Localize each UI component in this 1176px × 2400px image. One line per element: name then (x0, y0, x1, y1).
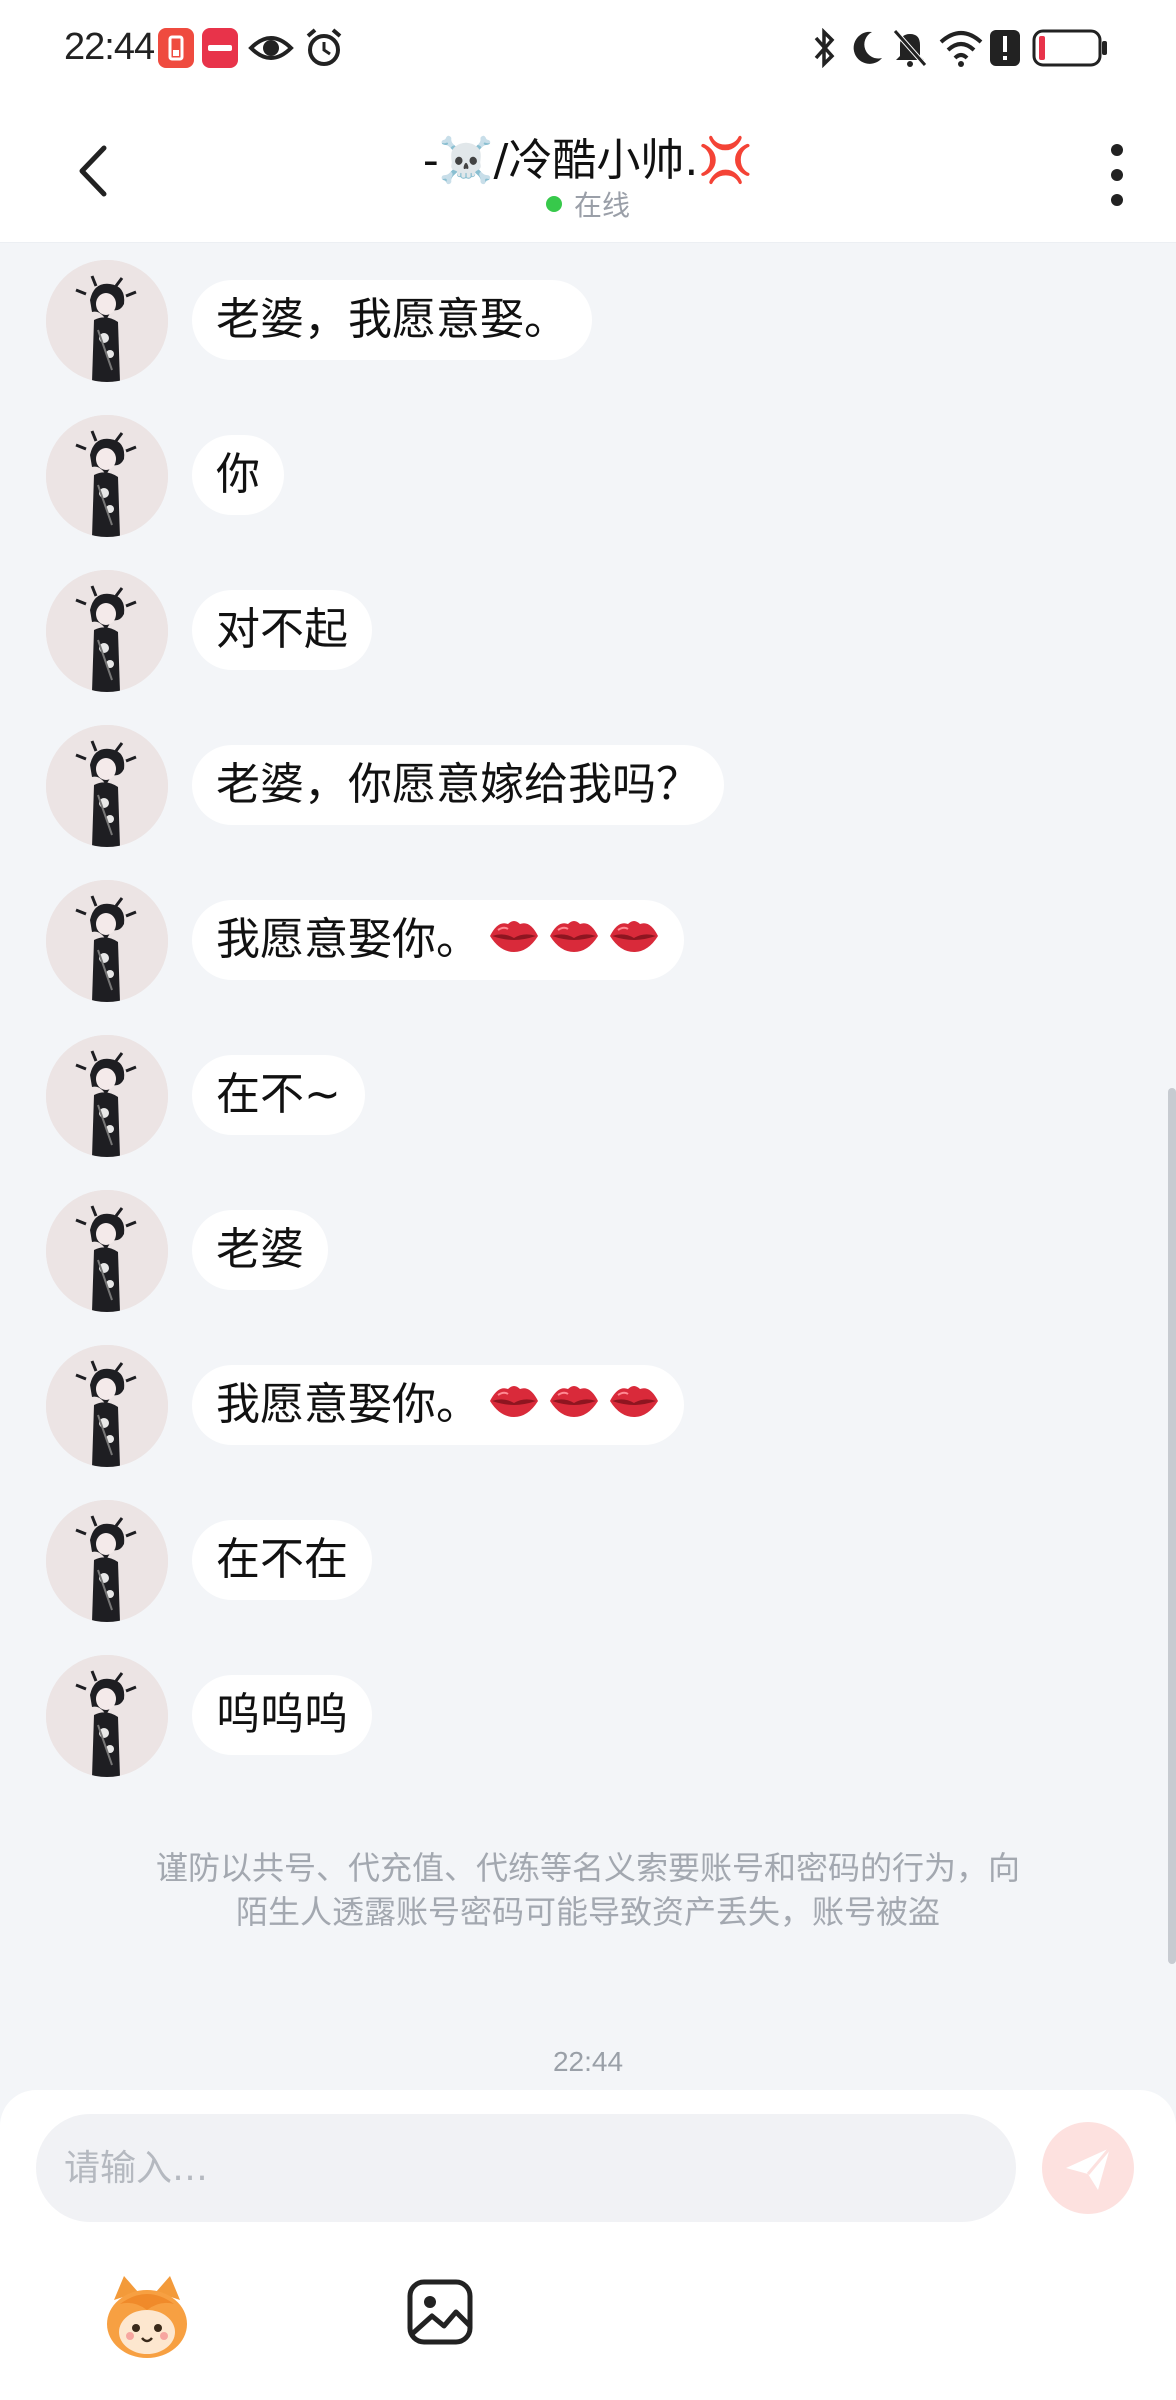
avatar[interactable] (46, 725, 168, 847)
message-text: 呜呜呜 (216, 1689, 348, 1740)
avatar[interactable] (46, 1500, 168, 1622)
message-row: 老婆，你愿意嫁给我吗？ (0, 725, 1176, 849)
more-options-icon[interactable] (1102, 140, 1132, 210)
avatar[interactable] (46, 415, 168, 537)
message-text: 在不在 (216, 1534, 348, 1585)
alert-icon (990, 30, 1020, 66)
avatar[interactable] (46, 570, 168, 692)
scrollbar[interactable] (1168, 1088, 1176, 1964)
eye-icon (248, 36, 294, 60)
message-text: 我愿意娶你。 (216, 914, 480, 965)
message-text: 你 (216, 449, 260, 500)
kiss-lips-emoji-icon (548, 1367, 600, 1447)
contact-name: -☠️/冷酷小帅.💢 (422, 135, 754, 186)
avatar[interactable] (46, 1345, 168, 1467)
kiss-lips-emoji-icon (608, 1367, 660, 1447)
kiss-lips-emoji-icon (608, 902, 660, 982)
message-timestamp: 22:44 (552, 2046, 624, 2077)
mute-icon (893, 29, 927, 67)
bluetooth-icon (814, 28, 835, 68)
message-row: 在不~ (0, 1035, 1176, 1159)
battery-icon (1032, 29, 1107, 67)
message-row: 老婆，我愿意娶。 (0, 260, 1176, 384)
message-text: 我愿意娶你。 (216, 1379, 480, 1430)
message-input[interactable] (36, 2114, 1016, 2222)
message-row: 我愿意娶你。 (0, 880, 1176, 1004)
message-text: 老婆 (216, 1224, 304, 1275)
avatar[interactable] (46, 260, 168, 382)
avatar[interactable] (46, 1035, 168, 1157)
kiss-lips-emoji-icon (488, 1367, 540, 1447)
alarm-icon (306, 28, 342, 66)
message-bubble[interactable]: 我愿意娶你。 (192, 1365, 684, 1445)
message-row: 老婆 (0, 1190, 1176, 1314)
message-row: 我愿意娶你。 (0, 1345, 1176, 1469)
message-bubble[interactable]: 对不起 (192, 590, 372, 670)
message-row: 对不起 (0, 570, 1176, 694)
message-text: 在不~ (216, 1069, 341, 1120)
status-time: 22:44 (64, 26, 155, 68)
security-notice-line2: 陌生人透露账号密码可能导致资产丢失，账号被盗 (235, 1893, 940, 1931)
message-bubble[interactable]: 在不~ (192, 1055, 365, 1135)
message-bubble[interactable]: 老婆，我愿意娶。 (192, 280, 592, 360)
message-row: 呜呜呜 (0, 1655, 1176, 1779)
online-status: 在线 (0, 184, 1176, 224)
composer-bar (0, 2090, 1176, 2400)
message-text: 老婆，你愿意嫁给我吗？ (216, 759, 700, 810)
message-row: 在不在 (0, 1500, 1176, 1624)
message-bubble[interactable]: 老婆，你愿意嫁给我吗？ (192, 745, 724, 825)
message-bubble[interactable]: 我愿意娶你。 (192, 900, 684, 980)
emoji-sticker-icon[interactable] (100, 2270, 194, 2364)
send-icon (1066, 2147, 1112, 2190)
avatar[interactable] (46, 1655, 168, 1777)
moon-icon (853, 31, 882, 64)
security-notice-line1: 谨防以共号、代充值、代练等名义索要账号和密码的行为，向 (155, 1849, 1020, 1887)
image-icon[interactable] (404, 2276, 476, 2348)
chat-header: -☠️/冷酷小帅.💢 在线 (0, 100, 1176, 243)
message-bubble[interactable]: 老婆 (192, 1210, 328, 1290)
security-notice: 谨防以共号、代充值、代练等名义索要账号和密码的行为，向 陌生人透露账号密码可能导… (80, 1846, 1096, 1934)
online-dot (545, 196, 562, 212)
message-bubble[interactable]: 在不在 (192, 1520, 372, 1600)
message-bubble[interactable]: 你 (192, 435, 284, 515)
avatar[interactable] (46, 880, 168, 1002)
xiaohongshu-icon (202, 28, 238, 68)
battery-saver-icon (158, 28, 194, 68)
avatar[interactable] (46, 1190, 168, 1312)
message-text: 对不起 (216, 604, 348, 655)
kiss-lips-emoji-icon (488, 902, 540, 982)
kiss-lips-emoji-icon (548, 902, 600, 982)
status-bar: 22:44 (0, 0, 1176, 100)
online-status-label: 在线 (573, 189, 630, 222)
message-bubble[interactable]: 呜呜呜 (192, 1675, 372, 1755)
message-row: 你 (0, 415, 1176, 539)
message-text: 老婆，我愿意娶。 (216, 294, 568, 345)
send-button[interactable] (1042, 2122, 1134, 2214)
wifi-icon (939, 31, 983, 67)
